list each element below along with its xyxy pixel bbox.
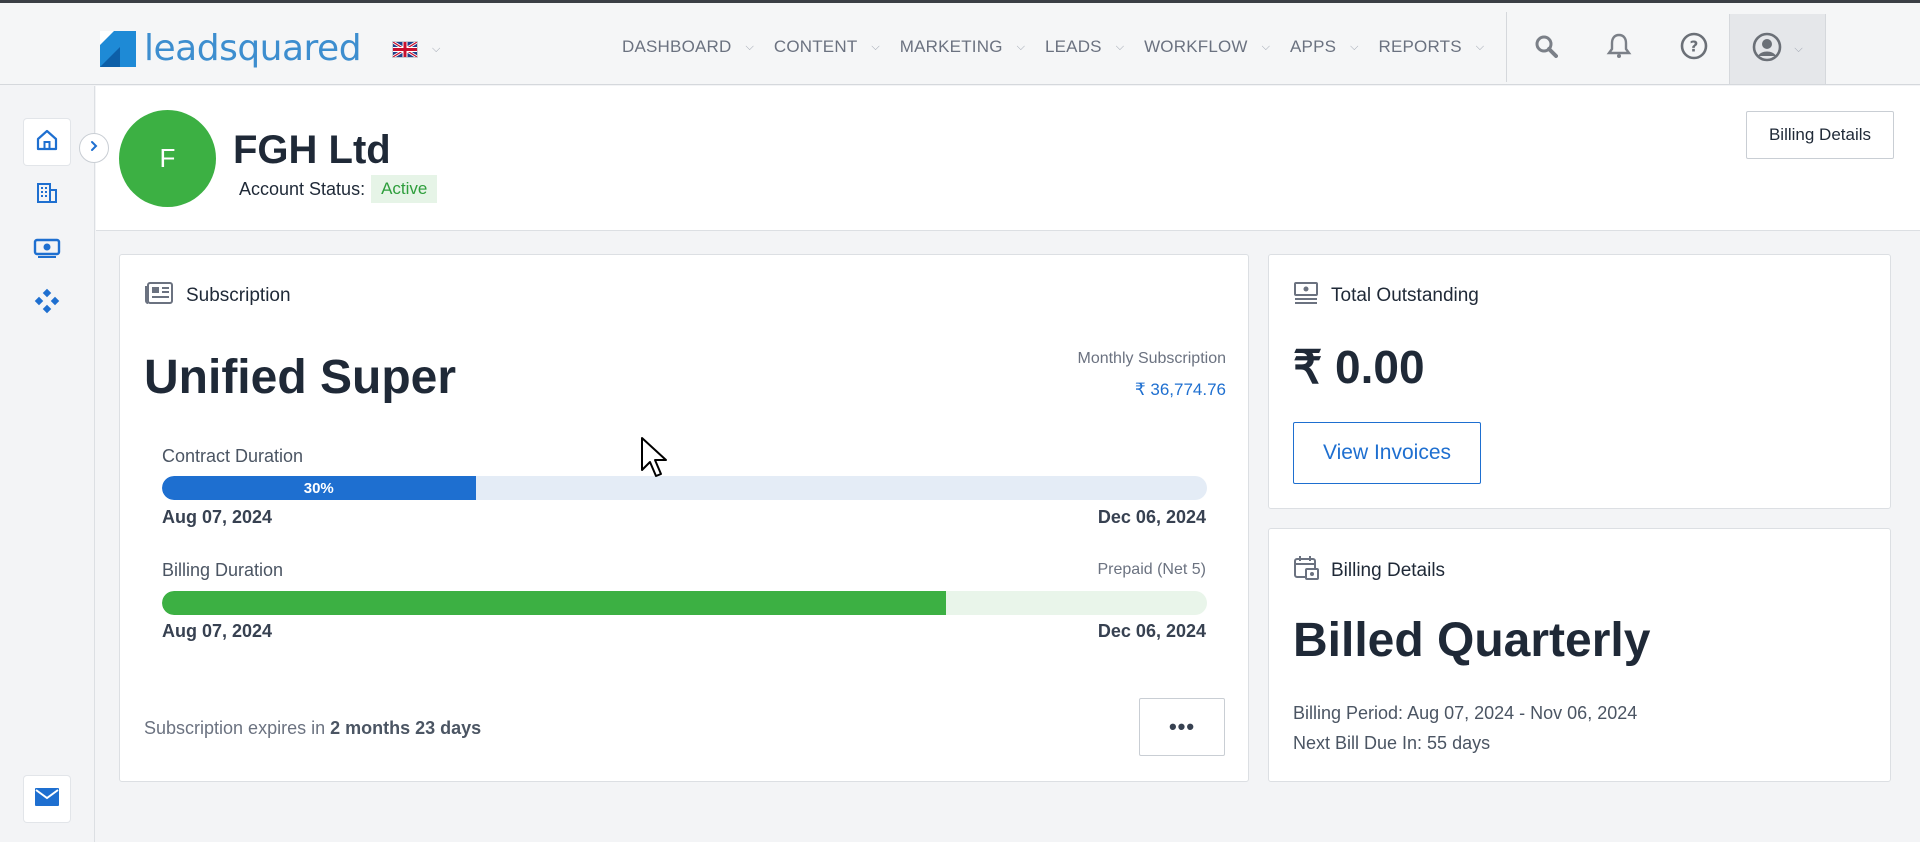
account-status-label: Account Status: (239, 178, 366, 199)
account-header: F FGH Ltd Account Status: Active Billing… (96, 86, 1920, 231)
view-invoices-button[interactable]: View Invoices (1293, 422, 1481, 484)
next-bill-due: Next Bill Due In: 55 days (1293, 733, 1491, 753)
billing-cycle: Billed Quarterly (1293, 614, 1651, 667)
chevron-down-icon: ⌵ (1261, 40, 1270, 53)
leadsquared-logo[interactable]: leadsquared (100, 28, 362, 69)
diamond-nodes-icon (34, 288, 60, 319)
rail-billing[interactable] (24, 226, 70, 272)
notifications-button[interactable] (1584, 14, 1654, 82)
calendar-icon (1293, 555, 1319, 587)
home-icon (35, 128, 59, 157)
more-options-button[interactable]: ••• (1139, 698, 1225, 756)
outstanding-card-title: Total Outstanding (1293, 281, 1479, 311)
building-icon (35, 181, 59, 210)
outstanding-amount: ₹ 0.00 (1293, 341, 1425, 393)
uk-flag-icon (392, 40, 418, 59)
left-rail (0, 86, 95, 842)
rail-home[interactable] (24, 119, 70, 165)
subscription-title: Subscription (186, 285, 291, 306)
subscription-card-title: Subscription (144, 281, 291, 311)
logo-text: leadsquared (144, 28, 362, 69)
billing-details-card: Billing Details Billed Quarterly Billing… (1268, 528, 1891, 782)
subscription-expiry-text: Subscription expires in 2 months 23 days (144, 718, 482, 738)
outstanding-card: Total Outstanding ₹ 0.00 View Invoices (1268, 254, 1891, 509)
contract-duration-label: Contract Duration (162, 446, 304, 466)
contract-end-date: Dec 06, 2024 (1097, 507, 1206, 527)
status-badge: Active (371, 175, 438, 203)
billing-terms: Prepaid (Net 5) (1097, 561, 1207, 578)
contract-progress-label: 30% (303, 479, 334, 497)
rail-company[interactable] (24, 172, 70, 218)
monthly-subscription-value: ₹ 36,774.76 (1134, 380, 1226, 399)
nav-apps[interactable]: APPS ⌵ (1280, 6, 1369, 88)
billing-details-title: Billing Details (1331, 560, 1446, 581)
chevron-down-icon: ⌵ (871, 40, 880, 53)
nav-workflow[interactable]: WORKFLOW ⌵ (1134, 6, 1280, 88)
chevron-down-icon: ⌵ (1350, 40, 1359, 53)
chevron-down-icon: ⌵ (1115, 40, 1125, 53)
svg-text:?: ? (1690, 37, 1699, 55)
billing-details-button[interactable]: Billing Details (1746, 111, 1894, 159)
mouse-cursor-icon (640, 436, 670, 483)
account-avatar: F (119, 110, 216, 207)
account-name: FGH Ltd (233, 128, 391, 172)
main-nav: DASHBOARD ⌵ CONTENT ⌵ MARKETING ⌵ LEADS ⌵ WO… (612, 6, 1494, 88)
subscription-card: Subscription Unified Super Monthly Subsc… (119, 254, 1249, 782)
nav-marketing[interactable]: MARKETING ⌵ (890, 6, 1035, 88)
billing-duration-label: Billing Duration (162, 560, 284, 580)
contract-start-date: Aug 07, 2024 (162, 507, 273, 527)
contract-progress-fill: 30% (162, 476, 476, 500)
user-icon (1752, 32, 1782, 67)
plan-name: Unified Super (144, 351, 457, 404)
expand-rail-button[interactable] (79, 133, 109, 163)
billing-start-date: Aug 07, 2024 (162, 621, 273, 641)
language-selector[interactable]: ⌵ (392, 40, 441, 59)
chevron-down-icon: ⌵ (1016, 40, 1025, 53)
profile-menu[interactable]: ⌵ (1729, 14, 1826, 84)
chevron-down-icon: ⌵ (432, 43, 441, 55)
outstanding-title: Total Outstanding (1331, 285, 1479, 306)
subscription-expiry-value: 2 months 23 days (330, 718, 482, 738)
account-status: Account Status: Active (239, 175, 438, 203)
billing-progress-fill (162, 591, 946, 615)
chevron-right-icon (88, 139, 100, 157)
chevron-down-icon: ⌵ (1794, 42, 1803, 55)
bell-icon (1606, 33, 1632, 64)
help-button[interactable]: ? (1659, 14, 1729, 82)
logo-mark-icon (100, 31, 136, 67)
rail-mail[interactable] (24, 776, 70, 822)
monthly-subscription-label: Monthly Subscription (1077, 350, 1226, 367)
rail-integrations[interactable] (24, 280, 70, 326)
nav-content[interactable]: CONTENT ⌵ (764, 6, 890, 88)
nav-dashboard[interactable]: DASHBOARD ⌵ (612, 6, 764, 88)
chevron-down-icon: ⌵ (1475, 40, 1485, 53)
help-icon: ? (1680, 32, 1708, 65)
search-button[interactable] (1511, 14, 1581, 82)
billing-progress-bar (162, 591, 1207, 615)
mail-icon (34, 786, 60, 813)
billing-details-card-title: Billing Details (1293, 555, 1445, 587)
nav-divider (1506, 12, 1507, 82)
search-icon (1534, 34, 1558, 63)
billing-end-date: Dec 06, 2024 (1097, 621, 1206, 641)
chevron-down-icon: ⌵ (745, 40, 754, 53)
nav-leads[interactable]: LEADS ⌵ (1035, 6, 1134, 88)
newspaper-icon (144, 281, 174, 311)
billing-period: Billing Period: Aug 07, 2024 - Nov 06, 2… (1293, 703, 1638, 723)
contract-progress-bar: 30% (162, 476, 1207, 500)
nav-reports[interactable]: REPORTS ⌵ (1369, 6, 1495, 88)
invoice-stack-icon (1293, 281, 1319, 311)
money-icon (33, 235, 61, 264)
